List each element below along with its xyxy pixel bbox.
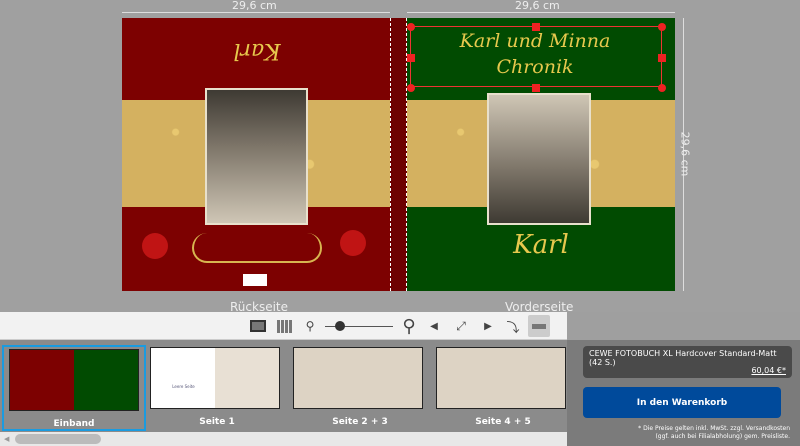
price-note-line1: * Die Preise gelten inkl. MwSt. zzgl. Ve… [638,425,790,432]
thumbnail-einband[interactable]: Einband [2,345,146,431]
thumbnail-image [293,347,423,409]
thumbnail-image [9,349,139,411]
resize-handle[interactable] [532,84,540,92]
zoom-in-icon[interactable]: ⚲ [398,316,420,337]
resize-handle[interactable] [658,54,666,62]
add-to-cart-button[interactable]: In den Warenkorb [583,387,781,418]
resize-handle[interactable] [407,54,415,62]
thumbnail-seite-4-5[interactable]: Seite 4 + 5 [431,345,575,431]
front-photo[interactable] [487,93,591,225]
barcode [243,274,267,286]
front-name[interactable]: Karl [407,230,675,260]
thumbnail-label: Seite 1 [199,417,235,427]
zoom-slider[interactable] [325,317,393,335]
editor-canvas[interactable]: 29,6 cm 29,6 cm 29,6 cm Karl Karl und Mi… [0,0,800,314]
next-page-icon[interactable]: ▶ [482,317,494,335]
rose-decoration [340,230,366,256]
price-note: * Die Preise gelten inkl. MwSt. zzgl. Ve… [638,425,790,441]
thumbnail-image: Leere Seite [150,347,280,409]
prev-page-icon[interactable]: ◀ [428,317,440,335]
resize-handle[interactable] [532,23,540,31]
resize-handle[interactable] [658,23,666,31]
product-name: CEWE FOTOBUCH XL Hardcover Standard-Matt… [589,349,777,367]
zoom-out-icon[interactable]: ⚲ [302,317,318,335]
single-page-view-icon[interactable] [249,317,267,335]
back-title[interactable]: Karl [182,38,332,63]
resize-handle[interactable] [407,84,415,92]
spine[interactable] [390,18,407,291]
grid-view-icon[interactable] [275,317,293,335]
horizontal-scrollbar[interactable]: ◀ [0,432,567,446]
ruler-front [407,12,675,13]
thumbnail-label: Seite 2 + 3 [332,417,388,427]
product-price[interactable]: 60,04 €* [751,366,786,375]
thumbnail-label: Seite 4 + 5 [475,417,531,427]
ruler-label-back: 29,6 cm [232,0,277,12]
thumbnail-seite-1[interactable]: Leere Seite Seite 1 [145,345,289,431]
empty-page-text: Leere Seite [172,384,195,389]
product-info: CEWE FOTOBUCH XL Hardcover Standard-Matt… [583,346,792,378]
ruler-toggle-icon[interactable] [528,315,550,337]
ruler-label-front: 29,6 cm [515,0,560,12]
resize-handle[interactable] [658,84,666,92]
fullscreen-icon[interactable]: ⤢ [450,317,472,335]
thumbnail-label: Einband [53,419,95,429]
page-thumbnail-strip: Einband Leere Seite Seite 1 Seite 2 + 3 … [0,340,567,432]
selection-box[interactable] [410,26,662,87]
scrollbar-thumb[interactable] [15,434,101,444]
rose-decoration [142,233,168,259]
order-panel: CEWE FOTOBUCH XL Hardcover Standard-Matt… [567,340,800,446]
ruler-label-height: 29,6 cm [678,131,692,177]
back-cover[interactable]: Karl [122,18,390,291]
scroll-left-icon[interactable]: ◀ [4,435,9,443]
swap-pages-icon[interactable]: ⤵ [503,317,523,336]
thumbnail-seite-2-3[interactable]: Seite 2 + 3 [288,345,432,431]
ruler-back [122,12,390,13]
ornament [192,233,322,263]
thumbnail-image [436,347,566,409]
resize-handle[interactable] [407,23,415,31]
price-note-line2: (ggf. auch bei Filialabholung) gem. Prei… [655,433,790,440]
front-cover[interactable]: Karl und Minna Chronik Karl [407,18,675,291]
toolbar: ⚲ ⚲ ◀ ⤢ ▶ ⤵ [0,312,567,340]
back-photo[interactable] [205,88,308,225]
